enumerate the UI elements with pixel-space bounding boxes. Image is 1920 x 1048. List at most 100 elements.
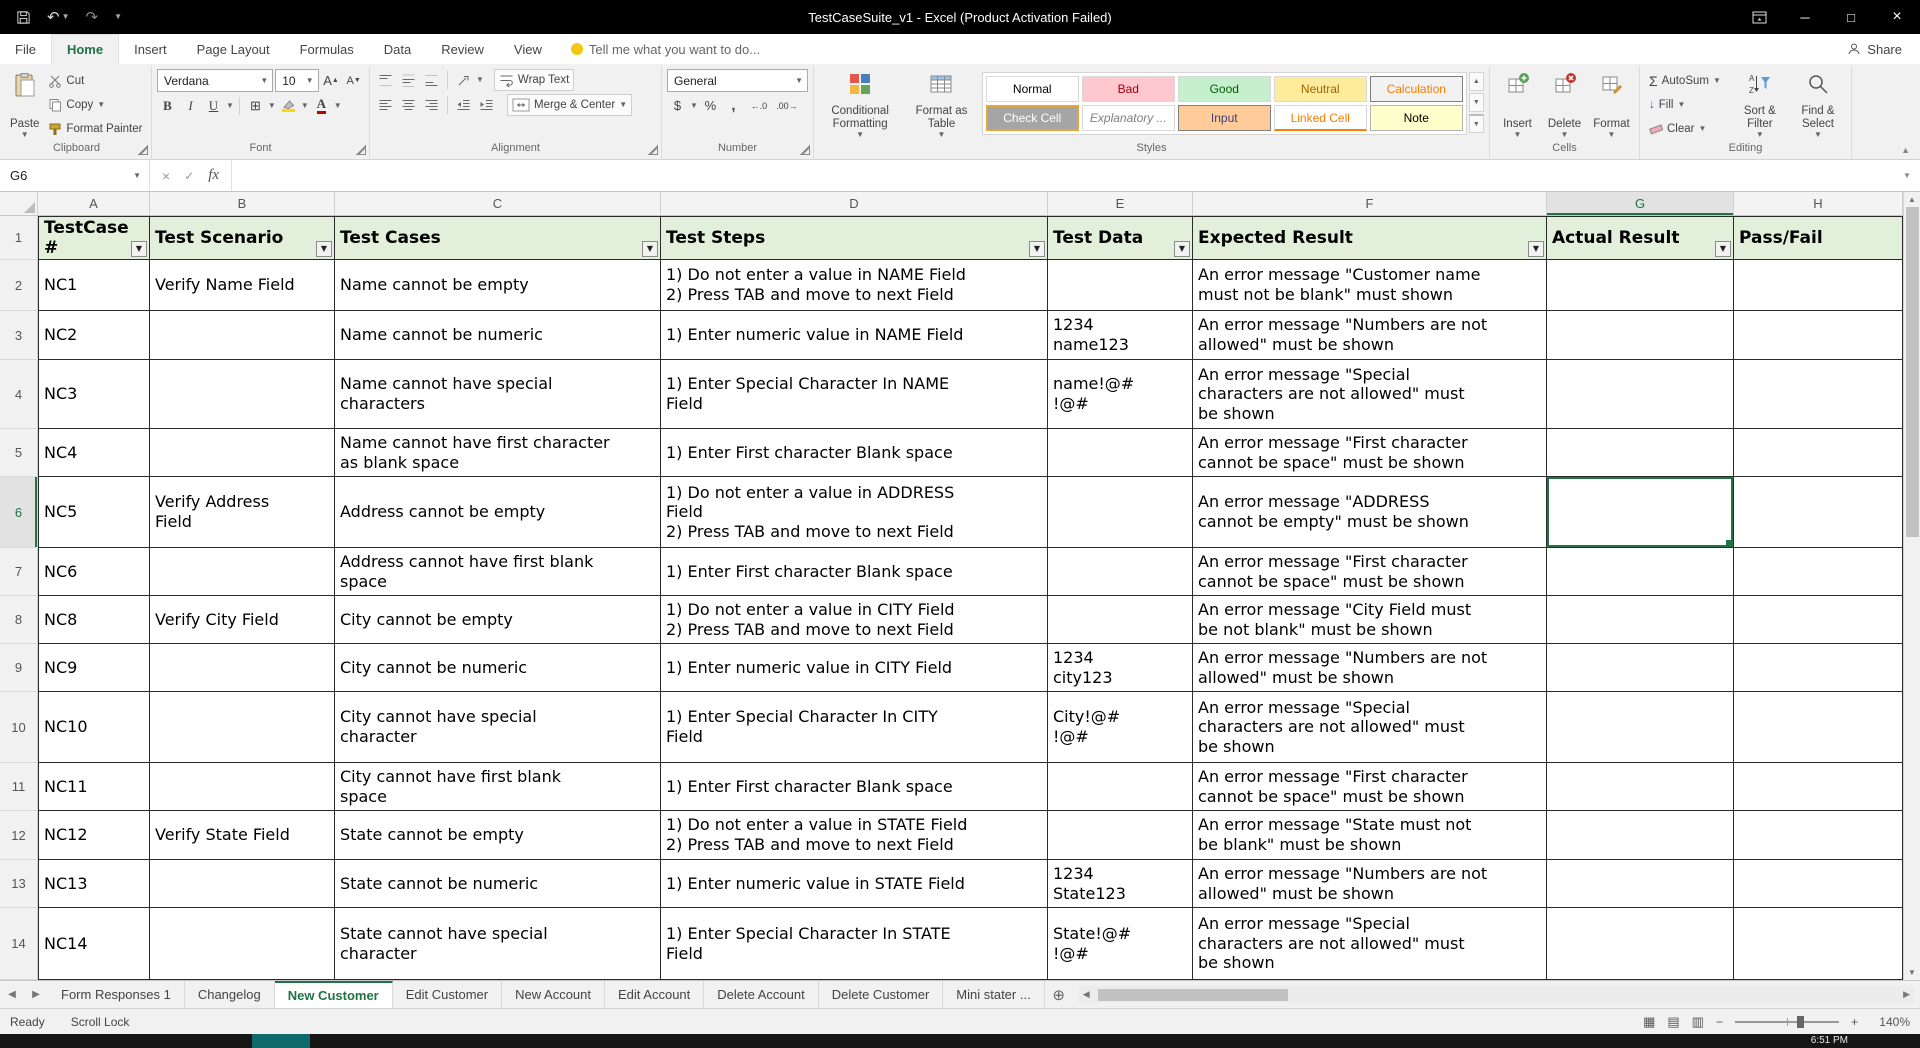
cut-button[interactable]: Cut (44, 69, 146, 92)
sheet-tab-delete-account[interactable]: Delete Account (704, 981, 819, 1008)
fill-button[interactable]: ↓ Fill ▼ (1645, 93, 1730, 116)
cell-C8[interactable]: City cannot be empty (335, 596, 661, 644)
cell-F10[interactable]: An error message "Special characters are… (1193, 692, 1547, 763)
cell-H3[interactable] (1734, 311, 1903, 360)
clear-button[interactable]: Clear ▼ (1645, 117, 1730, 140)
format-painter-button[interactable]: Format Painter (44, 117, 146, 140)
horizontal-scrollbar[interactable]: ◀ ▶ (1078, 986, 1914, 1003)
cell-F6[interactable]: An error message "ADDRESS cannot be empt… (1193, 477, 1547, 548)
cell-F1[interactable]: Expected Result ▼ (1193, 216, 1547, 260)
cell-E8[interactable] (1048, 596, 1193, 644)
sheet-tab-changelog[interactable]: Changelog (184, 981, 275, 1008)
cell-H9[interactable] (1734, 644, 1903, 692)
cell-D10[interactable]: 1) Enter Special Character In CITY Field (661, 692, 1048, 763)
column-header-f[interactable]: F (1193, 192, 1547, 215)
cell-A14[interactable]: NC14 (38, 908, 150, 980)
zoom-in-button[interactable]: + (1851, 1015, 1858, 1029)
insert-function-button[interactable]: fx (208, 167, 219, 184)
increase-indent-button[interactable] (476, 95, 497, 116)
cell-A2[interactable]: NC1 (38, 260, 150, 311)
comma-style-button[interactable]: , (723, 95, 744, 116)
cell-G11[interactable] (1547, 763, 1734, 811)
cell-D1[interactable]: Test Steps ▼ (661, 216, 1048, 260)
cell-D7[interactable]: 1) Enter First character Blank space (661, 548, 1048, 596)
row-header-6[interactable]: 6 (0, 477, 38, 548)
cell-C13[interactable]: State cannot be numeric (335, 860, 661, 908)
undo-button[interactable]: ↶ ▼ (47, 10, 70, 25)
row-header-3[interactable]: 3 (0, 311, 38, 360)
sheet-nav-left-button[interactable]: ◀ (0, 981, 24, 1008)
name-box[interactable]: G6 ▼ (0, 160, 150, 191)
style-check-cell[interactable]: Check Cell (985, 105, 1079, 131)
row-header-4[interactable]: 4 (0, 360, 38, 429)
sheet-tab-mini-statement[interactable]: Mini stater ... (943, 981, 1045, 1008)
font-size-select[interactable]: 10 ▼ (275, 69, 319, 92)
cell-F13[interactable]: An error message "Numbers are not allowe… (1193, 860, 1547, 908)
cell-D5[interactable]: 1) Enter First character Blank space (661, 429, 1048, 477)
ribbon-display-options-button[interactable] (1736, 0, 1782, 34)
cell-G1[interactable]: Actual Result ▼ (1547, 216, 1734, 260)
filter-button-g[interactable]: ▼ (1715, 241, 1731, 257)
column-header-b[interactable]: B (150, 192, 335, 215)
cell-B13[interactable] (150, 860, 335, 908)
cell-D11[interactable]: 1) Enter First character Blank space (661, 763, 1048, 811)
merge-center-button[interactable]: Merge & Center ▼ (507, 94, 633, 116)
cell-A4[interactable]: NC3 (38, 360, 150, 429)
sheet-tab-new-account[interactable]: New Account (502, 981, 605, 1008)
cell-F2[interactable]: An error message "Customer name must not… (1193, 260, 1547, 311)
cell-H12[interactable] (1734, 811, 1903, 860)
cell-C5[interactable]: Name cannot have first character as blan… (335, 429, 661, 477)
tab-page-layout[interactable]: Page Layout (182, 34, 285, 64)
format-cells-button[interactable]: Format ▼ (1589, 69, 1634, 141)
style-note[interactable]: Note (1369, 105, 1463, 131)
row-header-12[interactable]: 12 (0, 811, 38, 860)
cell-E5[interactable] (1048, 429, 1193, 477)
cell-G12[interactable] (1547, 811, 1734, 860)
cell-D8[interactable]: 1) Do not enter a value in CITY Field 2)… (661, 596, 1048, 644)
cell-H1[interactable]: Pass/Fail (1734, 216, 1903, 260)
horizontal-scroll-thumb[interactable] (1097, 988, 1288, 1001)
accounting-format-button[interactable]: $ (667, 95, 688, 116)
underline-button[interactable]: U (203, 95, 224, 116)
decrease-decimal-button[interactable]: .00→ (774, 95, 800, 116)
cell-E9[interactable]: 1234 city123 (1048, 644, 1193, 692)
cell-E13[interactable]: 1234 State123 (1048, 860, 1193, 908)
increase-font-size-button[interactable]: A ▲ (321, 70, 342, 91)
style-explanatory[interactable]: Explanatory ... (1081, 105, 1175, 131)
sheet-tab-new-customer[interactable]: New Customer (274, 981, 393, 1008)
minimize-button[interactable]: ─ (1782, 0, 1828, 34)
cell-C3[interactable]: Name cannot be numeric (335, 311, 661, 360)
maximize-button[interactable]: □ (1828, 0, 1874, 34)
cell-C4[interactable]: Name cannot have special characters (335, 360, 661, 429)
row-header-10[interactable]: 10 (0, 692, 38, 763)
cell-C9[interactable]: City cannot be numeric (335, 644, 661, 692)
conditional-formatting-button[interactable]: Conditional Formatting ▼ (819, 69, 901, 141)
sheet-tab-edit-customer[interactable]: Edit Customer (392, 981, 503, 1008)
cell-A3[interactable]: NC2 (38, 311, 150, 360)
filter-button-d[interactable]: ▼ (1029, 241, 1045, 257)
format-as-table-button[interactable]: Format as Table ▼ (903, 69, 980, 141)
cell-B14[interactable] (150, 908, 335, 980)
column-header-c[interactable]: C (335, 192, 661, 215)
cell-B10[interactable] (150, 692, 335, 763)
sheet-tab-edit-account[interactable]: Edit Account (605, 981, 705, 1008)
cell-C14[interactable]: State cannot have special character (335, 908, 661, 980)
taskbar-app-indicator[interactable] (252, 1034, 310, 1048)
tab-review[interactable]: Review (426, 34, 499, 64)
sheet-tab-delete-customer[interactable]: Delete Customer (818, 981, 944, 1008)
row-header-7[interactable]: 7 (0, 548, 38, 596)
cell-D9[interactable]: 1) Enter numeric value in CITY Field (661, 644, 1048, 692)
row-header-13[interactable]: 13 (0, 860, 38, 908)
cell-G9[interactable] (1547, 644, 1734, 692)
align-bottom-button[interactable] (421, 70, 442, 91)
tab-insert[interactable]: Insert (119, 34, 182, 64)
select-all-button[interactable] (0, 192, 38, 215)
cell-H5[interactable] (1734, 429, 1903, 477)
tab-formulas[interactable]: Formulas (285, 34, 369, 64)
cell-G8[interactable] (1547, 596, 1734, 644)
alignment-dialog-launcher[interactable] (648, 145, 658, 155)
cell-E6[interactable] (1048, 477, 1193, 548)
style-bad[interactable]: Bad (1081, 76, 1175, 102)
style-linked-cell[interactable]: Linked Cell (1273, 105, 1367, 131)
redo-button[interactable]: ↷ (86, 10, 99, 25)
